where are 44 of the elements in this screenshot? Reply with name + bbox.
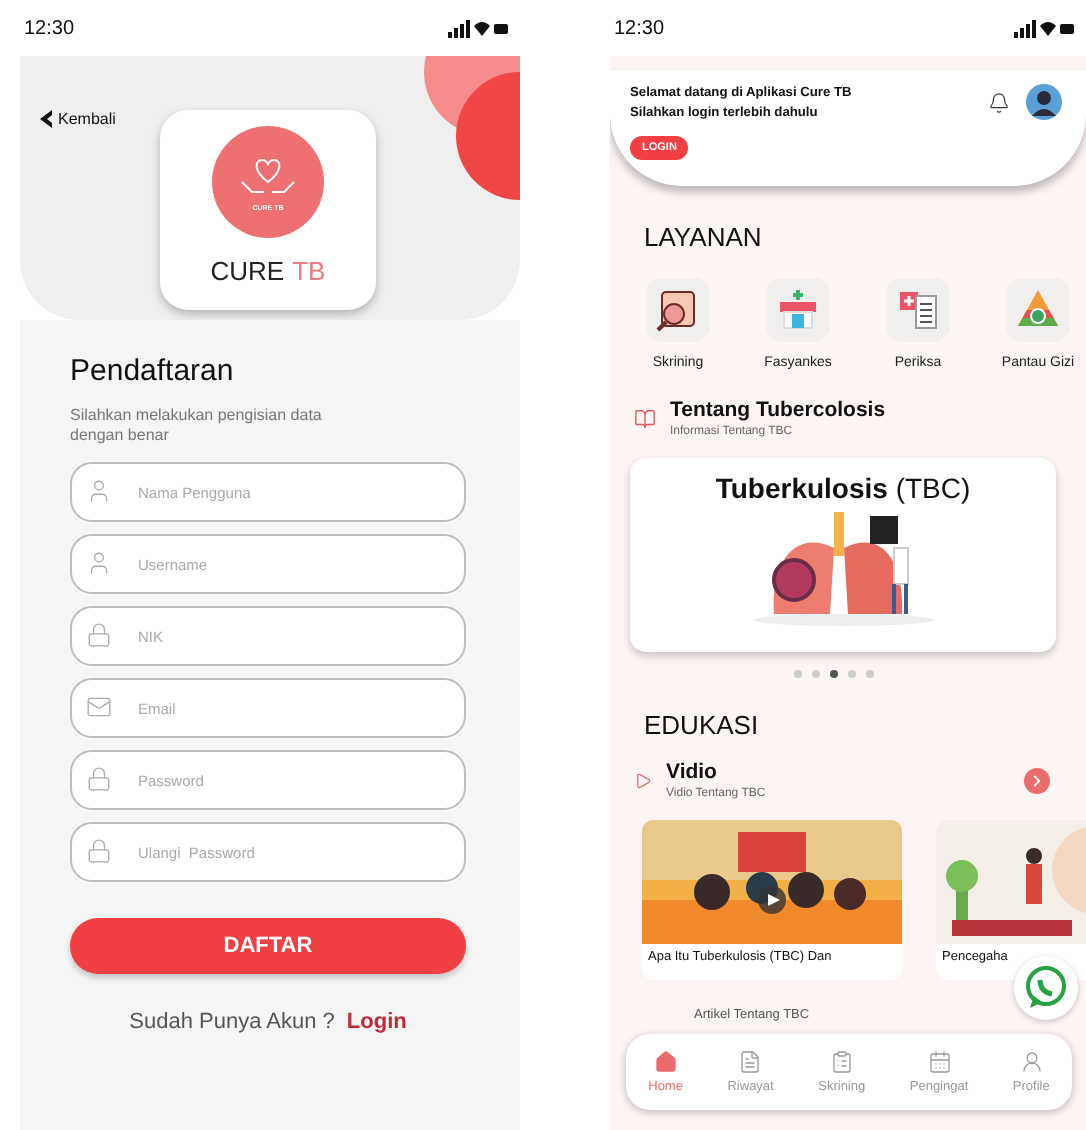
chevron-right-icon [1028,771,1046,789]
status-icons [448,19,508,37]
back-icon [40,110,54,128]
calendar-icon [927,1050,952,1074]
lock-icon [86,766,112,792]
register-button[interactable]: DAFTAR [70,918,466,974]
brand-name: CURE TB [210,256,326,286]
banner-title: Tuberkulosis (TBC) [715,472,971,504]
book-icon [634,407,656,429]
building-icon [774,286,822,334]
page-title: Pendaftaran [70,354,236,388]
status-time: 12:30 [614,17,665,39]
banner-card[interactable]: Tuberkulosis (TBC) [630,458,1056,652]
chat-icon [1024,966,1068,1010]
carousel-dot[interactable] [830,670,838,678]
lock-icon [86,622,112,648]
carousel-dot[interactable] [866,670,874,678]
back-link[interactable]: Kembali [40,110,116,128]
home-icon [653,1050,678,1074]
avatar-icon[interactable] [1026,84,1062,120]
bell-icon[interactable] [988,92,1010,114]
document-icon [738,1050,763,1074]
clipboard-icon [829,1050,854,1074]
chat-button[interactable] [1014,956,1078,1020]
login-link[interactable]: Login [346,1010,407,1034]
next-button[interactable] [1024,767,1050,793]
status-icons [1014,19,1074,37]
section-title: Vidio [666,760,719,784]
page-subtitle: Silahkan melakukan pengisian data dengan benar [70,406,324,446]
section-heading: EDUKASI [644,710,761,740]
profile-icon [1019,1050,1044,1074]
carousel-dot[interactable] [812,670,820,678]
status-time: 12:30 [24,17,75,39]
carousel-dot[interactable] [848,670,856,678]
login-prompt: Sudah Punya Akun ? [129,1010,335,1034]
section-title: Tentang Tubercolosis [670,398,886,422]
user-icon [86,550,112,576]
section-heading: LAYANAN [644,222,764,252]
play-icon [634,771,652,789]
lock-icon [86,838,112,864]
clipboard-icon [894,286,942,334]
mail-icon [86,694,112,720]
carousel-dot[interactable] [794,670,802,678]
user-icon [86,478,112,504]
